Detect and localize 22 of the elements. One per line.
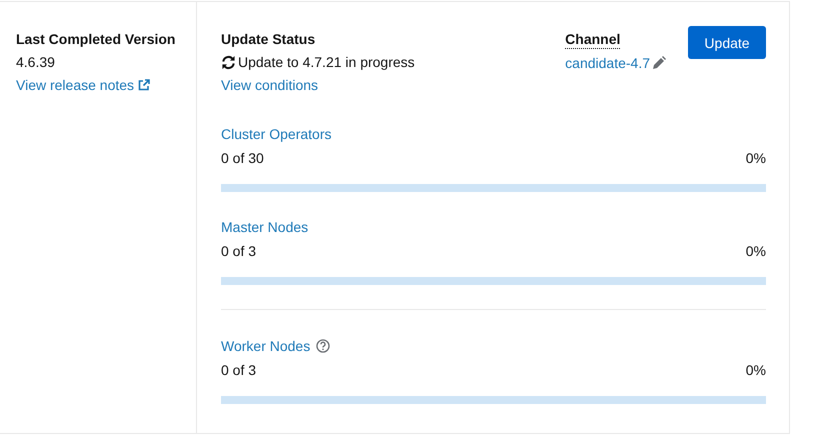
release-notes-link[interactable]: View release notes xyxy=(16,76,150,94)
version-label: Last Completed Version xyxy=(16,30,176,48)
progress-percent: 0% xyxy=(746,242,766,260)
sync-icon xyxy=(221,54,236,70)
progress-percent: 0% xyxy=(746,149,766,167)
help-icon[interactable] xyxy=(316,339,330,353)
update-status-label: Update Status xyxy=(221,30,316,48)
group-title-link[interactable]: Worker Nodes xyxy=(221,337,310,355)
view-conditions-link[interactable]: View conditions xyxy=(221,76,318,94)
pencil-icon[interactable] xyxy=(652,56,666,70)
update-button[interactable]: Update xyxy=(688,26,766,59)
external-link-icon xyxy=(138,79,150,91)
progress-percent: 0% xyxy=(746,361,766,379)
progress-count: 0 of 3 xyxy=(221,242,256,260)
channel-link[interactable]: candidate-4.7 xyxy=(565,54,650,72)
version-value: 4.6.39 xyxy=(16,53,55,71)
group-title-link[interactable]: Cluster Operators xyxy=(221,125,332,143)
channel-label: Channel xyxy=(565,30,620,49)
update-status-text: Update to 4.7.21 in progress xyxy=(238,53,415,71)
progress-count: 0 of 3 xyxy=(221,361,256,379)
group-title-link[interactable]: Master Nodes xyxy=(221,218,308,236)
progress-count: 0 of 30 xyxy=(221,149,264,167)
